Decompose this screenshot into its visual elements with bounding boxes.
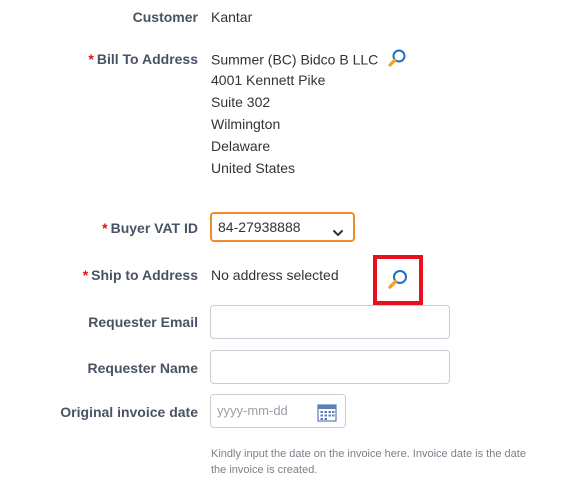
requester-email-input[interactable] — [210, 305, 450, 339]
bill-to-search-icon[interactable] — [386, 47, 408, 75]
buyer-vat-selected-value: 84-27938888 — [218, 219, 301, 235]
customer-label: Customer — [132, 9, 198, 25]
buyer-vat-label: * Buyer VAT ID — [102, 220, 198, 236]
ship-to-label: * Ship to Address — [82, 267, 198, 283]
highlight-box — [373, 255, 423, 305]
date-placeholder: yyyy-mm-dd — [217, 403, 288, 418]
ship-to-value: No address selected — [211, 267, 339, 283]
original-invoice-date-label: Original invoice date — [60, 404, 198, 420]
buyer-vat-select[interactable]: 84-27938888 — [210, 212, 355, 242]
required-mark: * — [88, 51, 94, 67]
chevron-down-icon — [332, 221, 344, 247]
original-invoice-date-input[interactable]: yyyy-mm-dd — [210, 394, 346, 428]
invoice-date-help-text: Kindly input the date on the invoice her… — [211, 448, 526, 476]
bill-to-line-5: Delaware — [211, 138, 271, 154]
bill-to-label: * Bill To Address — [88, 51, 198, 67]
requester-email-label: Requester Email — [88, 314, 198, 330]
bill-to-line-3: Suite 302 — [211, 94, 271, 110]
bill-to-line-6: United States — [211, 160, 296, 176]
required-mark: * — [82, 267, 89, 283]
bill-to-address: Summer (BC) Bidco B LLC 4001 Kennett Pik… — [211, 47, 408, 179]
bill-to-line-2: 4001 Kennett Pike — [211, 72, 326, 88]
required-mark: * — [102, 220, 108, 236]
customer-value: Kantar — [211, 9, 253, 25]
bill-to-line-1: Summer (BC) Bidco B LLC — [211, 47, 408, 69]
calendar-icon[interactable] — [317, 402, 337, 434]
requester-name-input[interactable] — [210, 350, 450, 384]
bill-to-line-4: Wilmington — [211, 116, 281, 132]
requester-name-label: Requester Name — [87, 360, 199, 376]
